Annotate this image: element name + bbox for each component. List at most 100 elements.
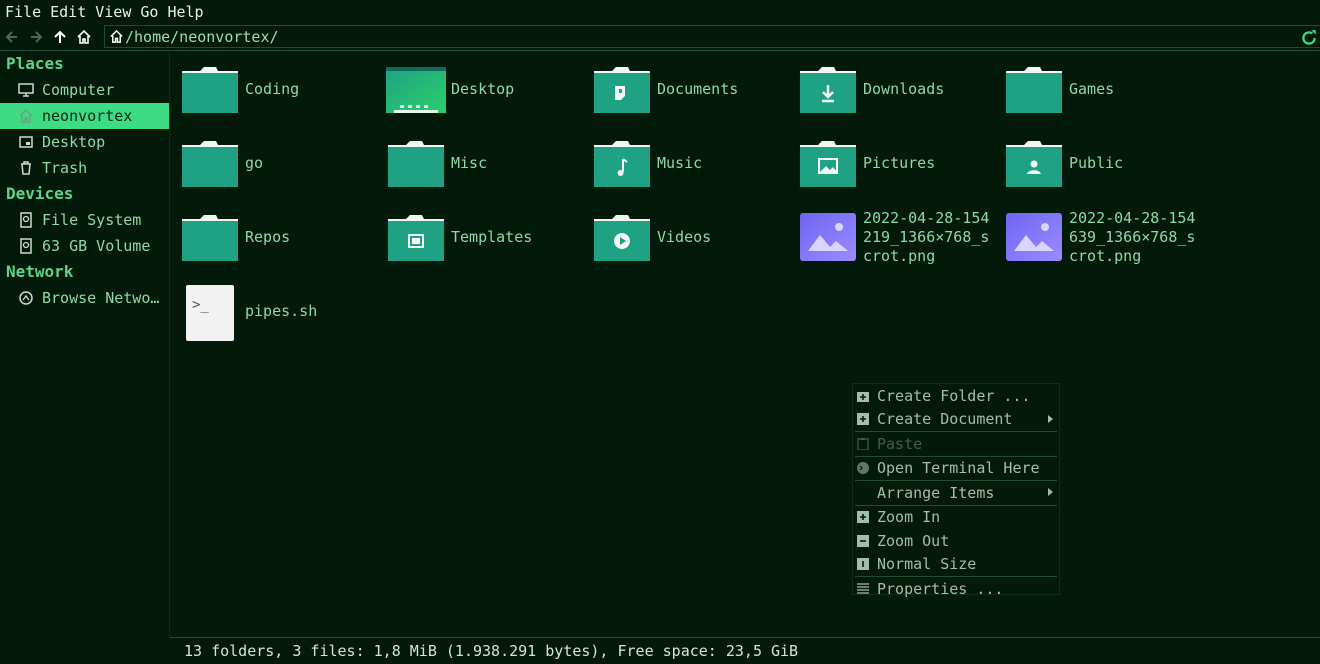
menu-item-create-document[interactable]: Create Document — [853, 408, 1059, 432]
file-item-templates[interactable]: Templates — [376, 205, 576, 269]
public-folder-icon — [1006, 141, 1062, 187]
file-item-label: go — [245, 153, 264, 172]
menu-go[interactable]: Go — [140, 3, 158, 21]
menu-help[interactable]: Help — [167, 3, 203, 21]
file-item-pipes-sh[interactable]: >_ pipes.sh — [170, 279, 370, 343]
file-item-games[interactable]: Games — [994, 57, 1194, 121]
file-item-public[interactable]: Public — [994, 131, 1194, 195]
clipboard-icon — [857, 437, 869, 450]
reload-icon[interactable] — [1300, 29, 1318, 47]
home-button[interactable] — [72, 25, 96, 49]
menu-item-create-folder[interactable]: Create Folder ... — [853, 384, 1059, 408]
menu-item-zoom-out[interactable]: Zoom Out — [853, 529, 1059, 553]
menu-file[interactable]: File — [5, 3, 41, 21]
sidebar-item-file-system[interactable]: File System — [0, 207, 169, 233]
image-file-icon — [1006, 213, 1062, 261]
svg-text:>_: >_ — [192, 297, 209, 313]
menu-item-zoom-in[interactable]: Zoom In — [853, 506, 1059, 530]
back-button[interactable] — [0, 25, 24, 49]
status-text: 13 folders, 3 files: 1,8 MiB (1.938.291 … — [184, 642, 799, 660]
home-icon — [18, 108, 34, 124]
file-item-documents[interactable]: Documents — [582, 57, 782, 121]
file-item-videos[interactable]: Videos — [582, 205, 782, 269]
file-item-scrot-1[interactable]: 2022-04-28-154219_1366×768_scrot.png — [788, 205, 989, 269]
sidebar-item-volume[interactable]: 63 GB Volume — [0, 233, 169, 259]
file-item-label: Desktop — [451, 79, 515, 98]
menu-item-arrange-items[interactable]: Arrange Items — [853, 481, 1059, 505]
properties-icon — [857, 583, 869, 595]
file-item-label: Documents — [657, 79, 739, 98]
zoom-out-icon — [857, 534, 869, 547]
file-item-label: Misc — [451, 153, 488, 172]
menu-item-paste[interactable]: Paste — [853, 432, 1059, 456]
file-item-pictures[interactable]: Pictures — [788, 131, 988, 195]
sidebar-item-desktop[interactable]: Desktop — [0, 129, 169, 155]
file-item-misc[interactable]: Misc — [376, 131, 576, 195]
menu-item-label: Zoom Out — [877, 531, 950, 550]
desktop-folder-icon — [386, 67, 446, 113]
downloads-folder-icon — [800, 67, 856, 113]
file-item-music[interactable]: Music — [582, 131, 782, 195]
menu-item-label: Zoom In — [877, 508, 941, 527]
zoom-in-icon — [857, 511, 869, 524]
forward-button[interactable] — [24, 25, 48, 49]
context-menu: Create Folder ... Create Document Paste … — [852, 383, 1060, 598]
file-item-label: pipes.sh — [245, 301, 318, 320]
file-item-coding[interactable]: Coding — [170, 57, 370, 121]
sidebar-item-browse-network[interactable]: Browse Netwo… — [0, 285, 169, 311]
sidebar-item-computer[interactable]: Computer — [0, 77, 169, 103]
folder-icon — [182, 215, 238, 261]
submenu-arrow-icon — [1048, 414, 1053, 423]
image-file-icon — [800, 213, 856, 261]
videos-folder-icon — [594, 215, 650, 261]
folder-plus-icon — [857, 390, 869, 402]
sidebar-network-heading: Network — [6, 262, 74, 281]
menu-item-open-terminal[interactable]: Open Terminal Here — [853, 457, 1059, 481]
file-item-label: Templates — [451, 227, 533, 246]
sidebar-item-label: 63 GB Volume — [42, 237, 151, 255]
file-item-desktop[interactable]: Desktop — [376, 57, 576, 121]
sidebar-devices-heading: Devices — [6, 184, 74, 203]
sidebar-item-label: Computer — [42, 81, 115, 99]
file-item-label: Videos — [657, 227, 712, 246]
sidebar-places-heading: Places — [6, 54, 64, 73]
file-item-scrot-2[interactable]: 2022-04-28-154639_1366×768_scrot.png — [994, 205, 1195, 269]
network-icon — [18, 290, 34, 306]
sidebar-item-label: Browse Netwo… — [42, 289, 160, 307]
file-item-go[interactable]: go — [170, 131, 370, 195]
file-view[interactable]: Coding Desktop Documents Downloads Games… — [170, 51, 1320, 637]
sidebar-item-neonvortex[interactable]: neonvortex — [0, 103, 169, 129]
menu-item-label: Normal Size — [877, 555, 977, 574]
home-icon — [77, 29, 91, 44]
pictures-folder-icon — [800, 141, 856, 187]
path-text[interactable]: /home/neonvortex/ — [125, 28, 279, 46]
folder-icon — [388, 141, 444, 187]
sidebar-item-label: File System — [42, 211, 142, 229]
sidebar: Places Computer neonvortex Desktop Trash… — [0, 51, 169, 664]
up-button[interactable] — [48, 25, 72, 49]
path-bar[interactable]: /home/neonvortex/ — [104, 25, 1320, 48]
folder-icon — [182, 67, 238, 113]
menu-view[interactable]: View — [95, 3, 131, 21]
menu-item-properties[interactable]: Properties ... — [853, 577, 1059, 601]
arrow-up-icon — [54, 30, 66, 43]
menubar: File Edit View Go Help — [0, 0, 1320, 24]
menu-item-label: Create Document — [877, 410, 1013, 429]
document-plus-icon — [857, 413, 869, 426]
menu-item-normal-size[interactable]: Normal Size — [853, 553, 1059, 577]
file-item-label: Public — [1069, 153, 1124, 172]
menu-edit[interactable]: Edit — [50, 3, 86, 21]
normal-size-icon — [857, 558, 869, 571]
monitor-icon — [18, 82, 34, 98]
documents-folder-icon — [594, 67, 650, 113]
menu-item-label: Paste — [877, 434, 923, 453]
file-item-downloads[interactable]: Downloads — [788, 57, 988, 121]
sidebar-item-trash[interactable]: Trash — [0, 155, 169, 181]
file-item-label: Games — [1069, 79, 1115, 98]
terminal-icon — [857, 462, 869, 475]
sidebar-item-label: Desktop — [42, 133, 106, 151]
menu-item-label: Open Terminal Here — [877, 459, 1040, 478]
file-item-repos[interactable]: Repos — [170, 205, 370, 269]
file-item-label: Music — [657, 153, 703, 172]
sidebar-item-label: Trash — [42, 159, 88, 177]
